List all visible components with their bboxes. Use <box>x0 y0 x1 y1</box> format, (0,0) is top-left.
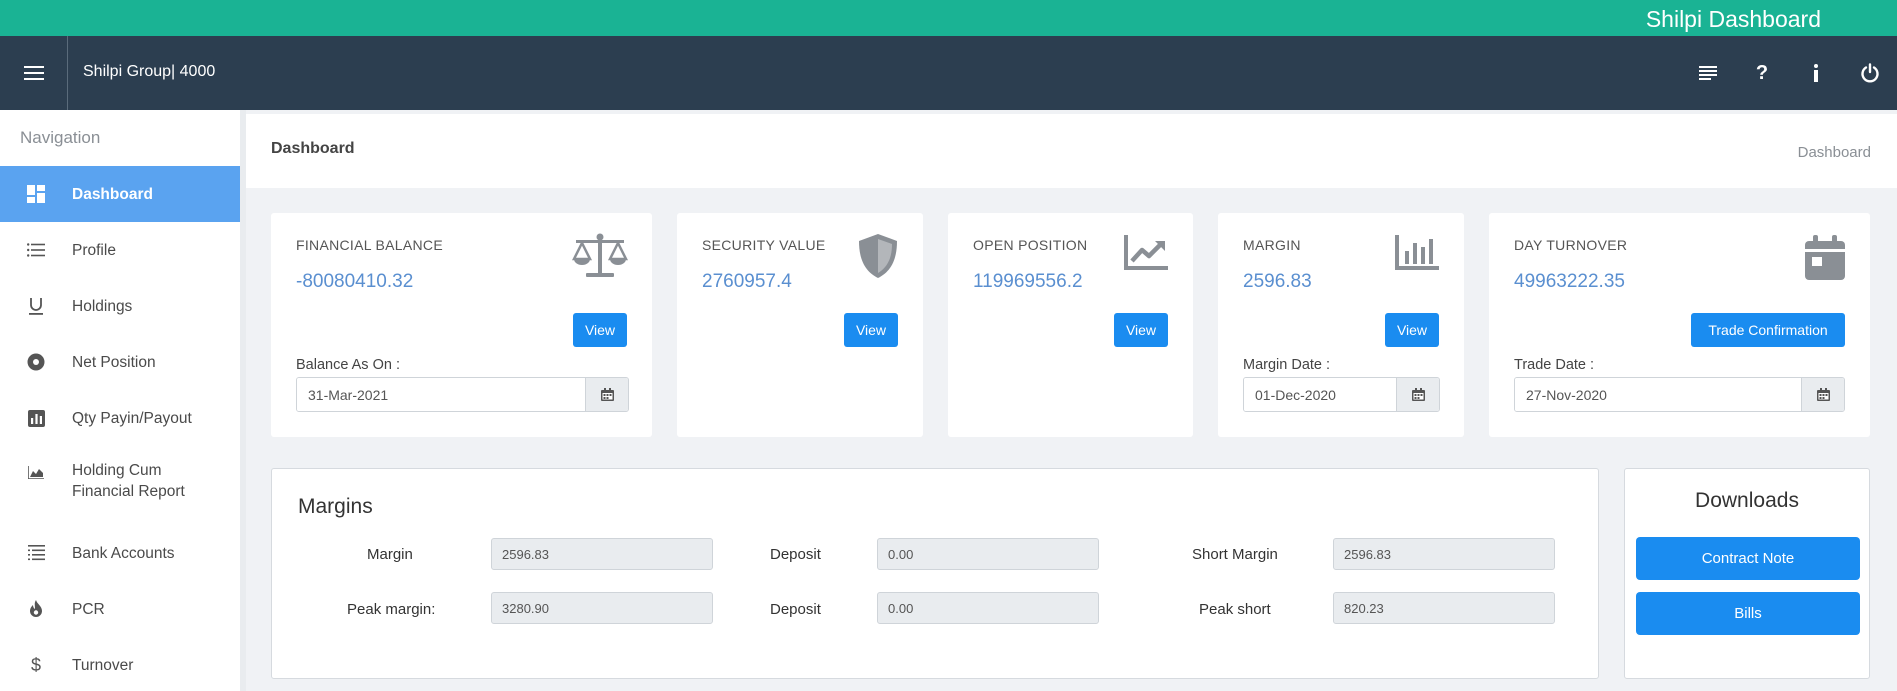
sidebar-item-net-position[interactable]: Net Position <box>0 334 240 390</box>
sidebar-item-holding-cum-financial-report[interactable]: Holding Cum Financial Report <box>0 446 240 516</box>
peak-margin-label: Peak margin: <box>347 601 436 618</box>
deposit-field: 0.00 <box>877 538 1099 570</box>
deposit-label: Deposit <box>770 601 821 618</box>
trade-confirmation-button[interactable]: Trade Confirmation <box>1691 313 1845 347</box>
page-header: Dashboard Dashboard <box>246 114 1897 188</box>
shield-icon <box>857 233 899 284</box>
margin-view-button[interactable]: View <box>1385 313 1439 347</box>
card-title: OPEN POSITION <box>973 237 1088 253</box>
peak-short-label: Peak short <box>1199 601 1271 618</box>
deposit-label: Deposit <box>770 546 821 563</box>
list-icon <box>0 243 72 257</box>
sidebar-item-bank-accounts[interactable]: Bank Accounts <box>0 525 240 581</box>
sidebar-item-label: Net Position <box>72 353 156 371</box>
breadcrumb[interactable]: Dashboard <box>1798 144 1871 161</box>
downloads-title: Downloads <box>1695 489 1799 512</box>
card-value: -80080410.32 <box>296 271 414 292</box>
sidebar-item-holdings[interactable]: Holdings <box>0 278 240 334</box>
balance-date-input[interactable] <box>297 378 585 411</box>
sidebar-title: Navigation <box>20 128 101 147</box>
fire-icon <box>0 600 72 618</box>
card-value: 119969556.2 <box>973 271 1083 292</box>
bills-button[interactable]: Bills <box>1636 592 1860 635</box>
company-name: Shilpi Group| 4000 <box>83 63 216 80</box>
card-value: 49963222.35 <box>1514 271 1625 292</box>
margin-card: MARGIN 2596.83 View Margin Date : <box>1218 213 1464 437</box>
margins-title: Margins <box>298 495 373 518</box>
card-title: MARGIN <box>1243 237 1301 253</box>
calendar-icon[interactable] <box>585 378 628 411</box>
card-title: FINANCIAL BALANCE <box>296 237 443 253</box>
margin-field: 2596.83 <box>491 538 713 570</box>
sidebar-item-label: Profile <box>72 241 116 259</box>
sidebar-item-label: Dashboard <box>72 185 153 203</box>
help-icon[interactable]: ? <box>1735 36 1789 110</box>
sidebar-item-label: Holding Cum Financial Report <box>72 462 185 500</box>
card-value: 2760957.4 <box>702 271 792 292</box>
financial-balance-card: FINANCIAL BALANCE -80080410.32 View Bala… <box>271 213 652 437</box>
column-chart-icon <box>1394 233 1440 276</box>
card-value: 2596.83 <box>1243 271 1312 292</box>
peak-margin-field: 3280.90 <box>491 592 713 624</box>
day-turnover-card: DAY TURNOVER 49963222.35 Trade Confirmat… <box>1489 213 1870 437</box>
deposit-field: 0.00 <box>877 592 1099 624</box>
open-position-card: OPEN POSITION 119969556.2 View <box>948 213 1193 437</box>
security-value-view-button[interactable]: View <box>844 313 898 347</box>
calendar-icon <box>1804 235 1846 286</box>
sidebar-item-profile[interactable]: Profile <box>0 222 240 278</box>
sidebar-item-pcr[interactable]: PCR <box>0 581 240 637</box>
margin-date-label: Margin Date : <box>1243 357 1331 373</box>
sidebar-item-label: Turnover <box>72 656 134 674</box>
trade-date-group <box>1514 377 1845 412</box>
calendar-icon[interactable] <box>1396 378 1439 411</box>
peak-short-field: 820.23 <box>1333 592 1555 624</box>
card-title: SECURITY VALUE <box>702 237 826 253</box>
sidebar-item-label: Bank Accounts <box>72 544 175 562</box>
menu-toggle-button[interactable] <box>0 36 68 110</box>
trade-date-label: Trade Date : <box>1514 357 1595 373</box>
calendar-icon[interactable] <box>1801 378 1844 411</box>
brand-title: Shilpi Dashboard <box>1645 6 1821 32</box>
area-chart-icon <box>0 466 72 479</box>
open-position-view-button[interactable]: View <box>1114 313 1168 347</box>
ledger-icon <box>0 545 72 561</box>
page-title: Dashboard <box>271 140 355 157</box>
margins-panel: Margins Margin 2596.83 Deposit 0.00 Shor… <box>271 468 1599 679</box>
underline-icon <box>0 297 72 315</box>
bar-chart-icon <box>0 409 72 427</box>
financial-balance-view-button[interactable]: View <box>573 313 627 347</box>
downloads-panel: Downloads Contract Note Bills <box>1624 468 1870 679</box>
margin-date-input[interactable] <box>1244 378 1396 411</box>
margin-label: Margin <box>367 546 413 563</box>
trade-date-input[interactable] <box>1515 378 1801 411</box>
top-brand-bar: Shilpi Dashboard <box>0 0 1897 36</box>
sidebar: Navigation Dashboard Profile Holdings Ne… <box>0 110 246 691</box>
notes-icon[interactable] <box>1681 36 1735 110</box>
trend-up-icon <box>1123 233 1169 276</box>
disc-icon <box>0 353 72 371</box>
card-title: DAY TURNOVER <box>1514 237 1628 253</box>
sidebar-item-label: Holdings <box>72 297 133 315</box>
dashboard-icon <box>0 185 72 203</box>
power-icon[interactable] <box>1843 36 1897 110</box>
dollar-icon: $ <box>30 654 41 675</box>
short-margin-field: 2596.83 <box>1333 538 1555 570</box>
sidebar-item-label: PCR <box>72 600 105 618</box>
sidebar-item-qty-payin-payout[interactable]: Qty Payin/Payout <box>0 390 240 446</box>
margin-date-group <box>1243 377 1440 412</box>
security-value-card: SECURITY VALUE 2760957.4 View <box>677 213 923 437</box>
balance-scale-icon <box>571 233 629 284</box>
navbar: Shilpi Group| 4000 ? <box>0 36 1897 110</box>
balance-date-group <box>296 377 629 412</box>
info-icon[interactable] <box>1789 36 1843 110</box>
hamburger-icon <box>23 66 44 80</box>
sidebar-item-label: Qty Payin/Payout <box>72 409 192 427</box>
sidebar-item-turnover[interactable]: $ Turnover <box>0 637 240 691</box>
short-margin-label: Short Margin <box>1192 546 1278 563</box>
contract-note-button[interactable]: Contract Note <box>1636 537 1860 580</box>
sidebar-item-dashboard[interactable]: Dashboard <box>0 166 240 222</box>
navbar-actions: ? <box>1681 36 1897 110</box>
balance-date-label: Balance As On : <box>296 357 400 373</box>
